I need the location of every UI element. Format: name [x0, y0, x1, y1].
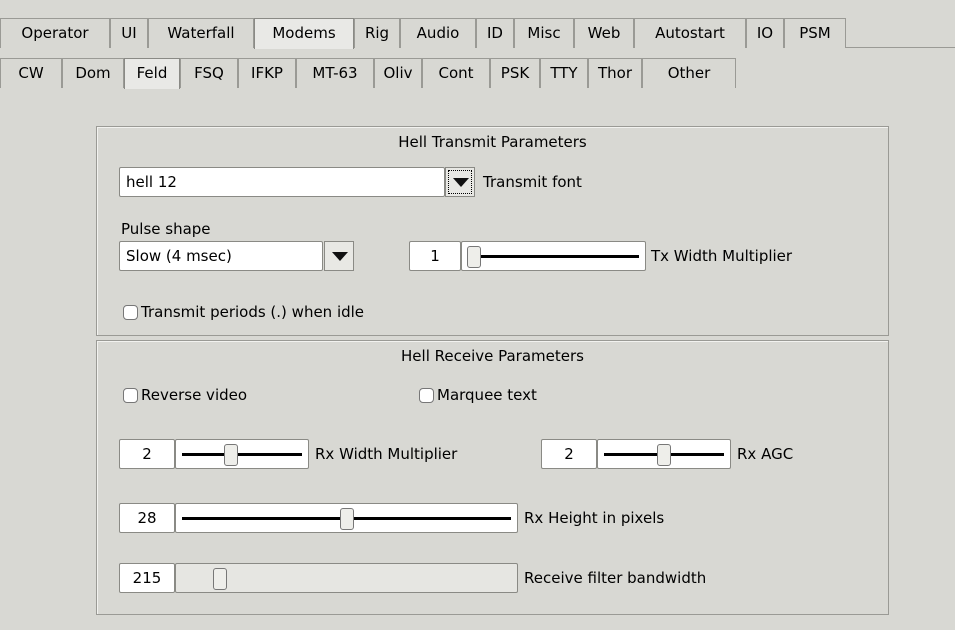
- rx-agc-slider[interactable]: [597, 439, 731, 469]
- tab-thor[interactable]: Thor: [588, 58, 642, 88]
- tab-psk[interactable]: PSK: [490, 58, 540, 88]
- transmit-font-dropdown-button[interactable]: [445, 167, 475, 197]
- tab-feld[interactable]: Feld: [124, 58, 180, 89]
- tab-rig[interactable]: Rig: [354, 18, 400, 48]
- tab-dom[interactable]: Dom: [62, 58, 124, 88]
- tab-misc[interactable]: Misc: [514, 18, 574, 48]
- transmit-font-field[interactable]: hell 12: [119, 167, 445, 197]
- rx-bandwidth-slider[interactable]: [175, 563, 518, 593]
- chevron-down-icon: [332, 252, 348, 261]
- transmit-periods-label: Transmit periods (.) when idle: [141, 303, 365, 321]
- receive-group: Hell Receive Parameters Reverse video Ma…: [96, 340, 889, 615]
- main-tab-bar: Operator UI Waterfall Modems Rig Audio I…: [0, 18, 955, 49]
- tab-other[interactable]: Other: [642, 58, 736, 88]
- modem-tab-bar: CW Dom Feld FSQ IFKP MT-63 Oliv Cont PSK…: [0, 58, 955, 89]
- rx-height-slider[interactable]: [175, 503, 518, 533]
- tab-id[interactable]: ID: [476, 18, 514, 48]
- tab-bar-line: [846, 47, 955, 48]
- pulse-shape-label: Pulse shape: [121, 220, 211, 238]
- rx-width-label: Rx Width Multiplier: [315, 445, 458, 463]
- slider-knob[interactable]: [657, 444, 671, 466]
- tab-waterfall[interactable]: Waterfall: [148, 18, 254, 48]
- tab-io[interactable]: IO: [746, 18, 784, 48]
- tab-psm[interactable]: PSM: [784, 18, 846, 48]
- tab-tty[interactable]: TTY: [540, 58, 588, 88]
- rx-width-slider[interactable]: [175, 439, 309, 469]
- reverse-video-checkbox[interactable]: Reverse video: [123, 386, 247, 404]
- pulse-shape-select[interactable]: Slow (4 msec): [119, 241, 323, 271]
- tx-width-value[interactable]: 1: [409, 241, 461, 271]
- checkbox-box[interactable]: [419, 387, 434, 403]
- tab-mt63[interactable]: MT-63: [296, 58, 374, 88]
- tab-ifkp[interactable]: IFKP: [238, 58, 296, 88]
- rx-height-value[interactable]: 28: [119, 503, 175, 533]
- transmit-font-label: Transmit font: [483, 173, 582, 191]
- tab-modems[interactable]: Modems: [254, 18, 354, 49]
- rx-height-label: Rx Height in pixels: [524, 509, 665, 527]
- rx-agc-value[interactable]: 2: [541, 439, 597, 469]
- checkbox-box[interactable]: [123, 387, 138, 403]
- reverse-video-label: Reverse video: [141, 386, 248, 404]
- rx-bandwidth-label: Receive filter bandwidth: [524, 569, 707, 587]
- rx-bandwidth-value[interactable]: 215: [119, 563, 175, 593]
- pulse-shape-dropdown-button[interactable]: [324, 241, 354, 271]
- tab-audio[interactable]: Audio: [400, 18, 476, 48]
- feld-settings-panel: Hell Transmit Parameters hell 12 Transmi…: [0, 88, 955, 630]
- chevron-down-icon: [453, 178, 469, 187]
- slider-track: [468, 255, 639, 258]
- tab-web[interactable]: Web: [574, 18, 634, 48]
- transmit-group-title: Hell Transmit Parameters: [398, 133, 587, 151]
- tab-ui[interactable]: UI: [110, 18, 148, 48]
- marquee-text-checkbox[interactable]: Marquee text: [419, 386, 537, 404]
- slider-knob[interactable]: [212, 568, 227, 590]
- tab-operator[interactable]: Operator: [0, 18, 110, 48]
- tx-width-label: Tx Width Multiplier: [651, 247, 793, 265]
- slider-knob[interactable]: [467, 246, 481, 268]
- receive-group-title: Hell Receive Parameters: [401, 347, 584, 365]
- slider-knob[interactable]: [224, 444, 239, 466]
- rx-agc-label: Rx AGC: [737, 445, 794, 463]
- transmit-periods-checkbox[interactable]: Transmit periods (.) when idle: [123, 303, 364, 321]
- transmit-group: Hell Transmit Parameters hell 12 Transmi…: [96, 126, 889, 336]
- tab-autostart[interactable]: Autostart: [634, 18, 746, 48]
- marquee-text-label: Marquee text: [437, 386, 537, 404]
- tab-oliv[interactable]: Oliv: [374, 58, 422, 88]
- slider-knob[interactable]: [339, 508, 354, 530]
- tab-fsq[interactable]: FSQ: [180, 58, 238, 88]
- tx-width-slider[interactable]: [461, 241, 646, 271]
- slider-track: [182, 453, 302, 456]
- rx-width-value[interactable]: 2: [119, 439, 175, 469]
- tab-cont[interactable]: Cont: [422, 58, 490, 88]
- checkbox-box[interactable]: [123, 304, 138, 320]
- tab-cw[interactable]: CW: [0, 58, 62, 88]
